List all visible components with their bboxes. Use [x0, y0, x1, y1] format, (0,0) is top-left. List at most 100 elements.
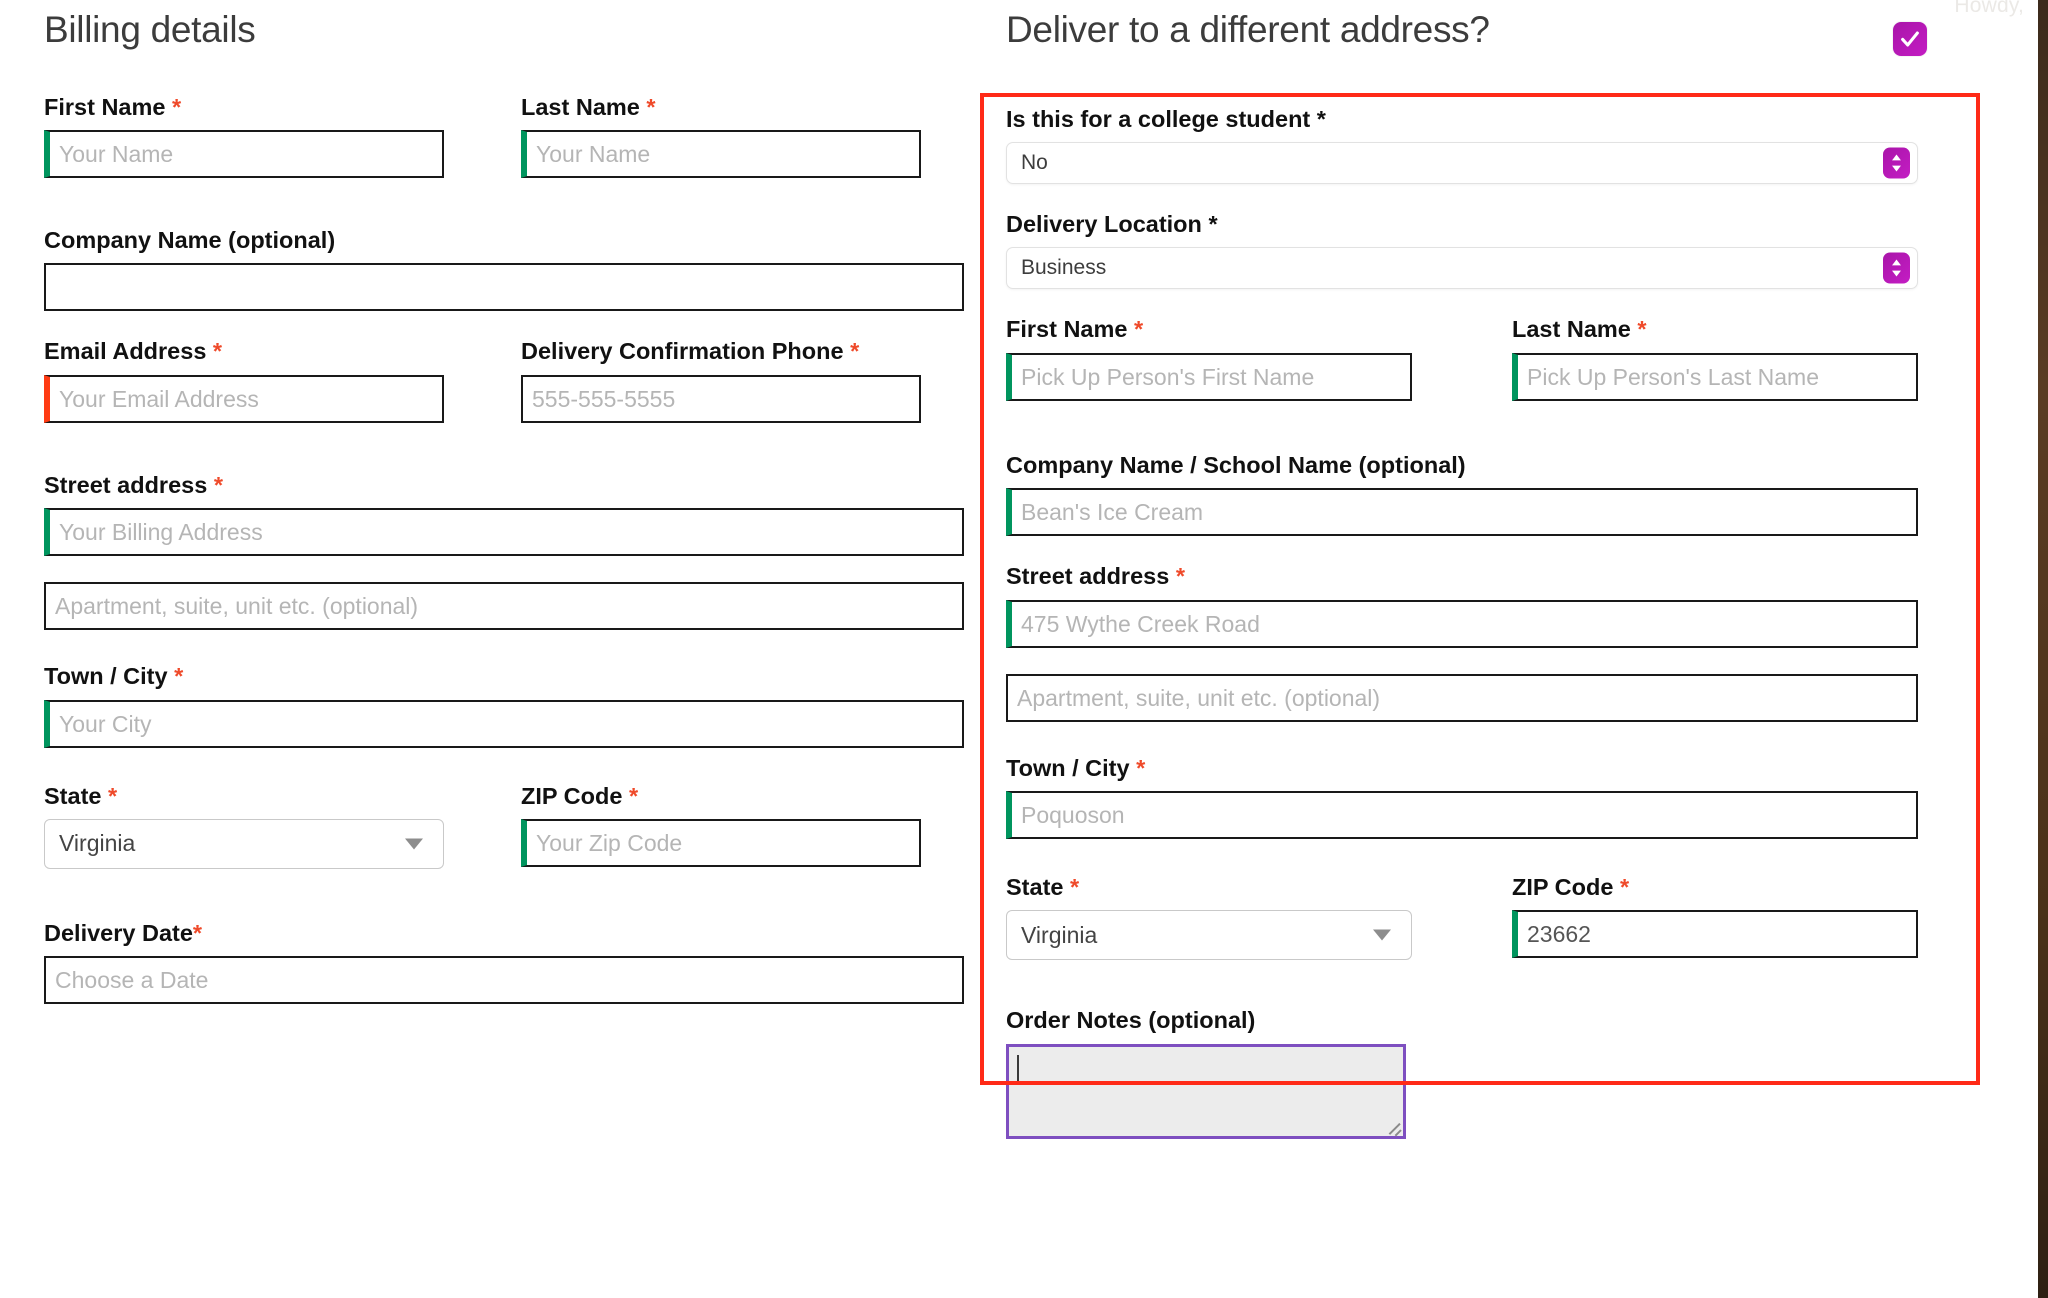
billing-zip-field: ZIP Code * Your Zip Code [521, 782, 921, 869]
shipping-college-student-label: Is this for a college student * [1006, 105, 1326, 132]
shipping-first-name-field: First Name * Pick Up Person's First Name [1006, 315, 1412, 401]
required-asterisk: * [1175, 563, 1185, 590]
billing-zip-label: ZIP Code * [521, 782, 639, 809]
shipping-company-field: Company Name / School Name (optional) Be… [1006, 451, 1918, 537]
billing-name-row: First Name * Your Name Last Name * Your … [44, 93, 964, 204]
chevron-up-down-icon [1892, 154, 1901, 172]
billing-state-select[interactable]: Virginia [44, 818, 444, 869]
billing-delivery-date-field: Delivery Date* Choose a Date [44, 919, 964, 1005]
billing-apartment-field: Apartment, suite, unit etc. (optional) [44, 582, 964, 631]
required-asterisk: * [1208, 211, 1218, 238]
required-asterisk: * [108, 782, 118, 809]
shipping-state-select[interactable]: Virginia [1006, 910, 1412, 961]
chevron-up-down-icon [1892, 259, 1901, 277]
shipping-delivery-location-value: Business [1021, 256, 1107, 280]
billing-phone-input[interactable]: 555-555-5555 [521, 374, 921, 423]
billing-delivery-date-label: Delivery Date* [44, 919, 203, 946]
shipping-state-value: Virginia [1021, 921, 1098, 948]
shipping-college-student-field: Is this for a college student * No [1006, 105, 1918, 185]
order-notes-textarea[interactable] [1006, 1043, 1406, 1139]
shipping-city-field: Town / City * Poquoson [1006, 754, 1918, 839]
ship-to-different-address-checkbox[interactable] [1893, 22, 1927, 56]
stepper-arrows-icon[interactable] [1883, 147, 1910, 179]
check-icon [1901, 31, 1919, 47]
billing-delivery-date-input[interactable]: Choose a Date [44, 956, 964, 1005]
billing-title: Billing details [44, 9, 256, 50]
shipping-zip-input[interactable]: 23662 [1512, 910, 1918, 959]
shipping-street-field: Street address * 475 Wythe Creek Road [1006, 562, 1918, 648]
required-asterisk: * [1637, 316, 1647, 343]
billing-details-section: Billing details First Name * Your Name L… [44, 9, 964, 1030]
shipping-last-name-input[interactable]: Pick Up Person's Last Name [1512, 352, 1918, 401]
billing-phone-field: Delivery Confirmation Phone * 555-555-55… [521, 337, 921, 423]
billing-email-label: Email Address * [44, 338, 223, 365]
shipping-details-section: Deliver to a different address? Is this … [1006, 9, 1956, 1165]
required-asterisk: * [192, 919, 203, 946]
billing-last-name-input[interactable]: Your Name [521, 130, 921, 179]
admin-greeting: Howdy, [1954, 0, 2024, 17]
shipping-state-zip-row: State * Virginia ZIP Code * 23662 [1006, 873, 1956, 986]
billing-zip-input[interactable]: Your Zip Code [521, 818, 921, 867]
shipping-title: Deliver to a different address? [1006, 9, 1490, 50]
billing-last-name-field: Last Name * Your Name [521, 93, 921, 179]
billing-first-name-input[interactable]: Your Name [44, 130, 444, 179]
shipping-header-row: Deliver to a different address? [1006, 9, 1956, 93]
shipping-apartment-input[interactable]: Apartment, suite, unit etc. (optional) [1006, 673, 1918, 722]
shipping-delivery-location-label: Delivery Location * [1006, 211, 1218, 238]
required-asterisk: * [1316, 105, 1326, 132]
shipping-delivery-location-select[interactable]: Business [1006, 247, 1918, 290]
required-asterisk: * [213, 471, 223, 498]
required-asterisk: * [628, 782, 639, 809]
checkout-page: Howdy, Billing details First Name * Your… [0, 0, 2048, 1298]
billing-state-field: State * Virginia [44, 782, 444, 869]
required-asterisk: * [1134, 316, 1144, 343]
required-asterisk: * [850, 338, 860, 365]
shipping-company-input[interactable]: Bean's Ice Cream [1006, 488, 1918, 537]
billing-state-label: State * [44, 782, 118, 809]
layout-spacer [1412, 873, 1512, 986]
shipping-last-name-field: Last Name * Pick Up Person's Last Name [1512, 315, 1918, 401]
shipping-zip-field: ZIP Code * 23662 [1512, 873, 1918, 960]
billing-city-label: Town / City * [44, 663, 184, 690]
shipping-first-name-input[interactable]: Pick Up Person's First Name [1006, 352, 1412, 401]
billing-street-label: Street address * [44, 471, 223, 498]
shipping-apartment-field: Apartment, suite, unit etc. (optional) [1006, 673, 1918, 722]
shipping-city-input[interactable]: Poquoson [1006, 790, 1918, 839]
shipping-zip-label: ZIP Code * [1512, 873, 1630, 900]
resize-handle-icon[interactable] [1387, 1120, 1401, 1134]
billing-contact-row: Email Address * Your Email Address Deliv… [44, 337, 964, 448]
shipping-last-name-label: Last Name * [1512, 316, 1647, 343]
billing-company-field: Company Name (optional) [44, 226, 964, 312]
order-notes-field: Order Notes (optional) [1006, 1006, 1412, 1139]
shipping-street-label: Street address * [1006, 563, 1185, 590]
required-asterisk: * [174, 663, 184, 690]
billing-company-input[interactable] [44, 263, 964, 312]
billing-apartment-input[interactable]: Apartment, suite, unit etc. (optional) [44, 582, 964, 631]
required-asterisk: * [1070, 873, 1080, 900]
billing-city-input[interactable]: Your City [44, 699, 964, 748]
billing-street-input[interactable]: Your Billing Address [44, 508, 964, 557]
layout-spacer [444, 337, 521, 448]
billing-state-value: Virginia [59, 830, 136, 857]
layout-spacer [444, 782, 521, 895]
shipping-street-input[interactable]: 475 Wythe Creek Road [1006, 599, 1918, 648]
layout-spacer [444, 93, 521, 204]
stepper-arrows-icon[interactable] [1883, 252, 1910, 284]
shipping-college-student-select[interactable]: No [1006, 142, 1918, 185]
billing-first-name-field: First Name * Your Name [44, 93, 444, 179]
shipping-company-label: Company Name / School Name (optional) [1006, 451, 1466, 478]
shipping-state-field: State * Virginia [1006, 873, 1412, 961]
shipping-first-name-label: First Name * [1006, 316, 1144, 343]
chevron-down-icon [405, 838, 423, 850]
billing-first-name-label: First Name * [44, 93, 182, 120]
billing-email-input[interactable]: Your Email Address [44, 374, 444, 423]
billing-street-field: Street address * Your Billing Address [44, 471, 964, 557]
required-asterisk: * [646, 93, 656, 120]
billing-company-label: Company Name (optional) [44, 227, 336, 254]
admin-bar-strip [2038, 0, 2048, 1298]
required-asterisk: * [172, 93, 182, 120]
billing-city-field: Town / City * Your City [44, 662, 964, 748]
billing-last-name-label: Last Name * [521, 93, 656, 120]
billing-state-zip-row: State * Virginia ZIP Code * Your Zip Cod… [44, 782, 964, 895]
required-asterisk: * [212, 338, 223, 365]
